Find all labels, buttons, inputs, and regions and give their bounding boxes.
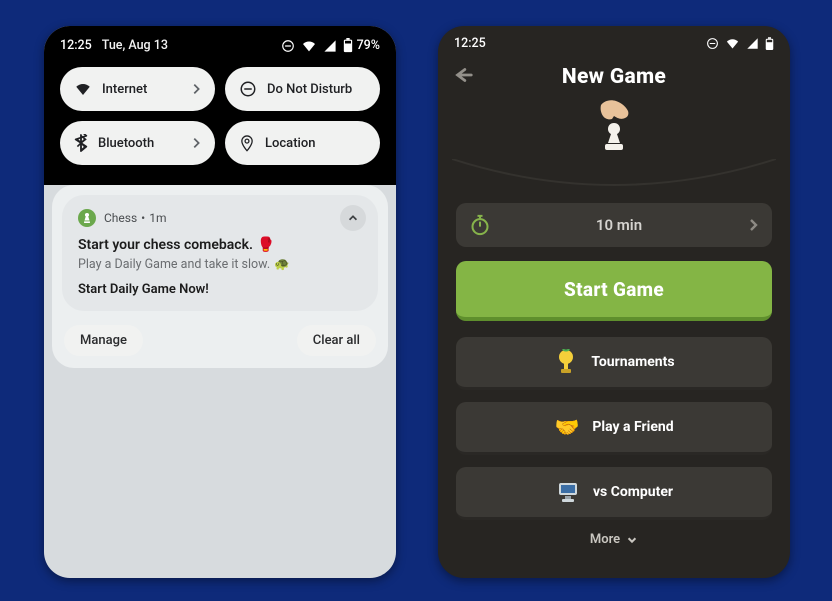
notification-card[interactable]: Chess • 1m Start your chess comeback. 🥊 … bbox=[62, 195, 378, 311]
notification-subtitle-row: Play a Daily Game and take it slow. 🐢 bbox=[78, 257, 362, 272]
battery-icon bbox=[343, 38, 353, 53]
notification-title: Start your chess comeback. bbox=[78, 237, 253, 253]
battery-icon bbox=[765, 37, 774, 51]
more-button[interactable]: More bbox=[456, 532, 772, 547]
wifi-icon bbox=[74, 81, 92, 97]
signal-icon bbox=[746, 37, 759, 50]
chevron-right-icon bbox=[748, 217, 758, 233]
option-label: Play a Friend bbox=[592, 419, 673, 435]
time-control-value: 10 min bbox=[490, 216, 748, 234]
status-time: 12:25 bbox=[60, 38, 92, 53]
chess-new-game-screen: 12:25 New Game bbox=[438, 26, 790, 578]
status-and-quicksettings: 12:25 Tue, Aug 13 79% Internet bbox=[44, 26, 396, 185]
qs-bluetooth[interactable]: Bluetooth bbox=[60, 121, 215, 165]
dnd-status-icon bbox=[281, 39, 295, 53]
option-label: Tournaments bbox=[591, 354, 674, 370]
location-icon bbox=[239, 134, 255, 152]
dnd-icon bbox=[239, 80, 257, 98]
notification-action[interactable]: Start Daily Game Now! bbox=[78, 282, 362, 297]
handshake-icon: 🤝 bbox=[554, 415, 580, 439]
notification-app-name: Chess bbox=[104, 211, 137, 225]
qs-dnd[interactable]: Do Not Disturb bbox=[225, 67, 380, 111]
collapse-notification-button[interactable] bbox=[340, 205, 366, 231]
vs-computer-button[interactable]: vs Computer bbox=[456, 467, 772, 520]
start-game-button[interactable]: Start Game bbox=[456, 261, 772, 321]
signal-icon bbox=[323, 39, 337, 53]
notification-title-row: Start your chess comeback. 🥊 bbox=[78, 237, 362, 253]
boxing-glove-emoji: 🥊 bbox=[257, 237, 274, 253]
play-friend-button[interactable]: 🤝 Play a Friend bbox=[456, 402, 772, 455]
option-label: vs Computer bbox=[593, 484, 673, 500]
chevron-right-icon bbox=[191, 82, 201, 96]
more-label: More bbox=[590, 532, 620, 547]
qs-location[interactable]: Location bbox=[225, 121, 380, 165]
qs-label: Internet bbox=[102, 82, 147, 97]
stopwatch-icon bbox=[470, 214, 490, 236]
qs-internet[interactable]: Internet bbox=[60, 67, 215, 111]
status-bar: 12:25 bbox=[438, 26, 790, 55]
turtle-emoji: 🐢 bbox=[274, 257, 290, 272]
chevron-down-icon bbox=[626, 535, 638, 545]
status-bar: 12:25 Tue, Aug 13 79% bbox=[60, 38, 380, 53]
time-control-selector[interactable]: 10 min bbox=[456, 203, 772, 247]
bluetooth-icon bbox=[74, 134, 88, 152]
qs-label: Bluetooth bbox=[98, 136, 154, 151]
notification-area: Chess • 1m Start your chess comeback. 🥊 … bbox=[52, 185, 388, 368]
status-time: 12:25 bbox=[454, 36, 486, 51]
notification-subtitle: Play a Daily Game and take it slow. bbox=[78, 257, 270, 272]
notification-age: 1m bbox=[149, 211, 166, 225]
clear-all-button[interactable]: Clear all bbox=[297, 325, 376, 356]
notification-header: Chess • 1m bbox=[78, 209, 362, 227]
start-game-label: Start Game bbox=[564, 278, 664, 301]
android-notification-shade: 12:25 Tue, Aug 13 79% Internet bbox=[44, 26, 396, 578]
chevron-right-icon bbox=[191, 136, 201, 150]
wifi-icon bbox=[301, 39, 317, 53]
notification-footer: Manage Clear all bbox=[64, 325, 376, 356]
quick-settings-grid: Internet Do Not Disturb Bluetooth bbox=[60, 67, 380, 177]
dnd-status-icon bbox=[706, 37, 719, 50]
trophy-icon bbox=[553, 349, 579, 375]
battery-percent: 79% bbox=[357, 38, 380, 53]
hand-placing-pawn-icon bbox=[438, 97, 790, 153]
qs-label: Do Not Disturb bbox=[267, 82, 352, 97]
back-button[interactable] bbox=[452, 65, 474, 85]
tournaments-button[interactable]: Tournaments bbox=[456, 337, 772, 390]
header-arc bbox=[452, 159, 776, 193]
screen-body: 10 min Start Game Tournaments 🤝 Play a F… bbox=[438, 193, 790, 547]
wifi-icon bbox=[725, 37, 740, 50]
qs-label: Location bbox=[265, 136, 315, 151]
page-title: New Game bbox=[438, 65, 790, 89]
computer-icon bbox=[555, 481, 581, 503]
manage-button[interactable]: Manage bbox=[64, 325, 143, 356]
status-date: Tue, Aug 13 bbox=[102, 38, 168, 53]
screen-header: New Game bbox=[438, 55, 790, 159]
chess-app-icon bbox=[78, 209, 96, 227]
